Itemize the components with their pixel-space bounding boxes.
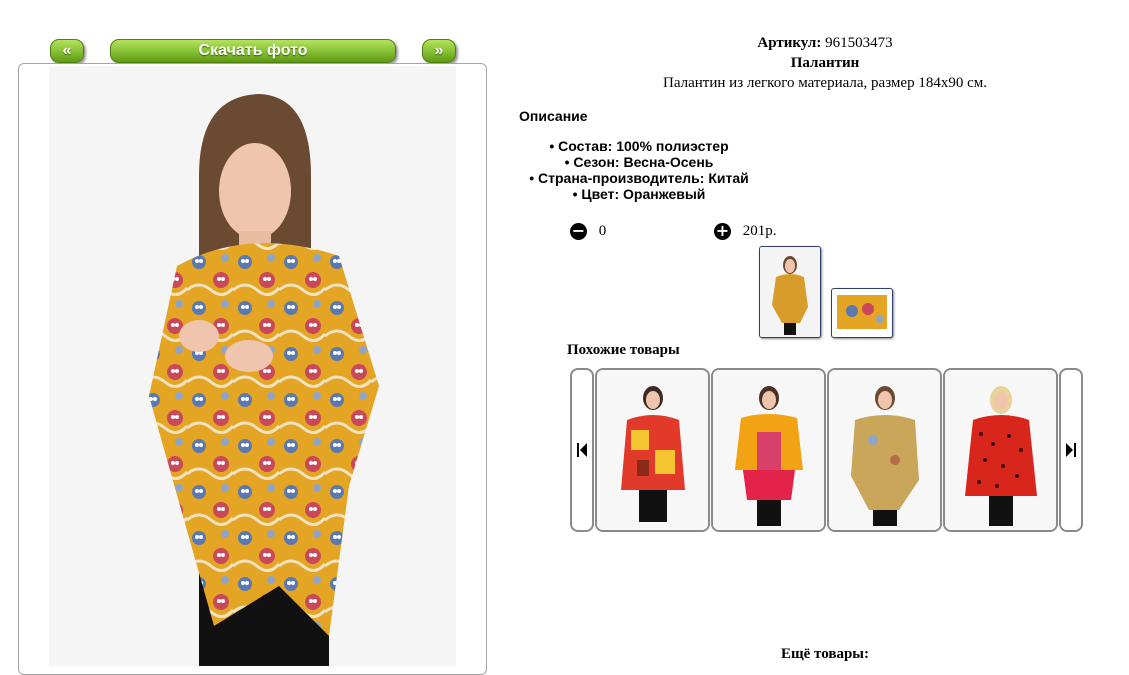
product-name: Палантин <box>790 55 860 71</box>
next-photo-button[interactable]: » <box>422 39 456 63</box>
prev-photo-button[interactable]: « <box>50 39 84 63</box>
article-value: 961503473 <box>825 35 893 51</box>
carousel-next-button[interactable] <box>1059 368 1083 532</box>
similar-product-card[interactable] <box>827 368 942 532</box>
skip-back-icon <box>577 443 587 457</box>
specs-list: Состав: 100% полиэстер Сезон: Весна-Осен… <box>519 138 759 202</box>
price-value: 201р. <box>742 223 777 239</box>
description-heading: Описание <box>519 108 588 124</box>
quantity-value: 0 <box>598 223 607 239</box>
similar-product-card[interactable] <box>711 368 826 532</box>
article-line: Артикул: 961503473 <box>520 35 1129 52</box>
photo-thumbnail[interactable] <box>831 288 893 338</box>
product-subtitle: Палантин из легкого материала, размер 18… <box>663 75 987 91</box>
spec-item: Состав: 100% полиэстер <box>519 138 759 154</box>
more-products-title: Ещё товары: <box>780 646 870 662</box>
photo-thumbnail[interactable] <box>759 246 821 338</box>
spec-item: Сезон: Весна-Осень <box>519 154 759 170</box>
spec-item: Цвет: Оранжевый <box>519 186 759 202</box>
similar-product-card[interactable] <box>943 368 1058 532</box>
price-control: + 201р. <box>714 222 777 241</box>
minus-icon[interactable]: − <box>570 223 587 241</box>
skip-forward-icon <box>1066 443 1076 457</box>
article-label: Артикул: <box>757 35 822 51</box>
quantity-control: − 0 <box>570 222 607 241</box>
main-photo-frame <box>18 63 487 675</box>
download-photo-button[interactable]: Скачать фото <box>110 39 396 63</box>
plus-icon[interactable]: + <box>714 223 731 241</box>
similar-product-card[interactable] <box>595 368 710 532</box>
spec-item: Страна-производитель: Китай <box>519 170 759 186</box>
carousel-prev-button[interactable] <box>570 368 594 532</box>
similar-products-title: Похожие товары <box>567 342 680 358</box>
main-product-photo[interactable] <box>49 66 456 666</box>
